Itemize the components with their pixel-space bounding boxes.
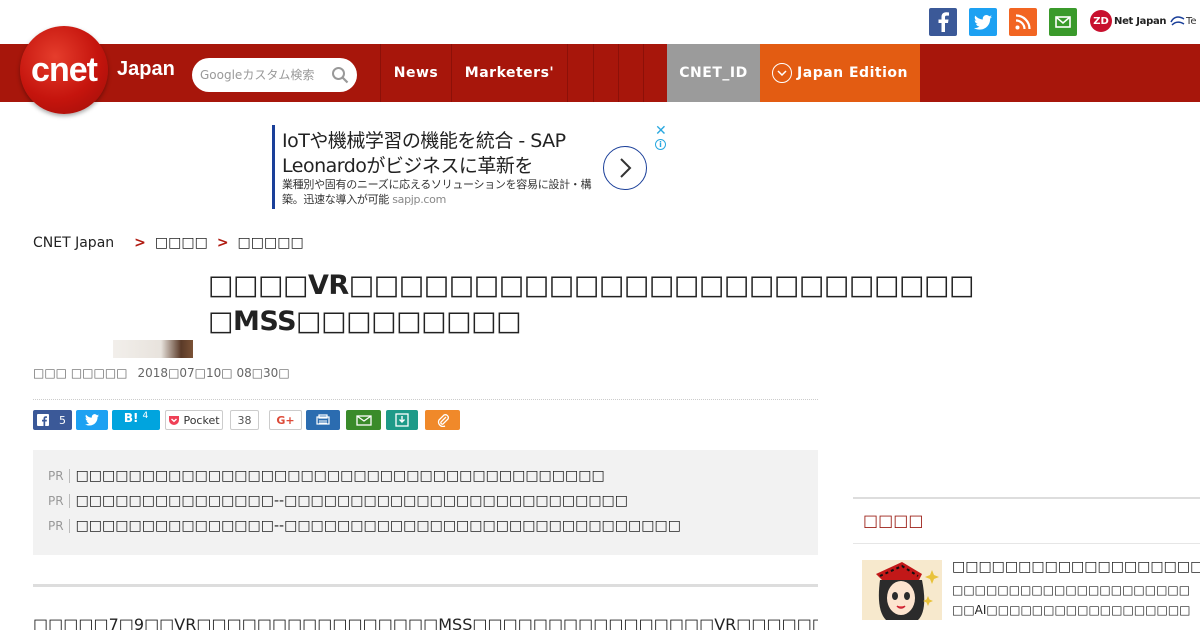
pr-tag: PR: [48, 519, 70, 533]
hatena-label: B!: [123, 411, 139, 425]
pr-tag: PR: [48, 494, 70, 508]
rss-icon[interactable]: [1009, 8, 1037, 36]
pr-link[interactable]: PR □□□□□□□□□□□□□□□--□□□□□□□□□□□□□□□□□□□□…: [48, 491, 628, 511]
breadcrumb-level1[interactable]: □□□□: [155, 235, 208, 251]
nav-divider: [643, 44, 644, 102]
divider: [33, 584, 818, 587]
zdnet-japan-logo[interactable]: ZD Net Japan: [1090, 9, 1167, 33]
nav-divider: [593, 44, 594, 102]
article-title-line2: □MSS□□□□□□□□□: [208, 306, 522, 337]
main-nav-bar: [0, 44, 1200, 102]
chevron-down-icon: [772, 63, 793, 83]
pr-link-text[interactable]: □□□□□□□□□□□□□□□--□□□□□□□□□□□□□□□□□□□□□□□…: [76, 518, 681, 534]
pocket-count: 38: [230, 410, 259, 430]
techrepublic-logo[interactable]: Te: [1170, 9, 1197, 33]
article-author[interactable]: □□□ □□□□□: [33, 366, 128, 380]
facebook-share-button[interactable]: 5: [33, 410, 72, 430]
twitter-icon[interactable]: [969, 8, 997, 36]
ad-info-icon[interactable]: i: [655, 139, 666, 150]
sidebar-section-title: □□□□: [863, 511, 924, 530]
ad-domain: sapjp.com: [392, 193, 446, 206]
techrepublic-label: Te: [1186, 15, 1197, 27]
hatena-bookmark-button[interactable]: B! 4: [112, 410, 160, 430]
ad-close-icon[interactable]: ✕: [655, 123, 667, 139]
pocket-label: Pocket: [183, 413, 220, 427]
site-search: [192, 58, 357, 92]
chevron-right-icon: [620, 158, 632, 178]
page: ZD Net Japan Te cnet Japan News Marketer…: [0, 0, 1200, 630]
pr-links-box: PR □□□□□□□□□□□□□□□□□□□□□□□□□□□□□□□□□□□□□…: [33, 450, 818, 555]
sidebar-article-thumbnail[interactable]: [862, 560, 942, 620]
pr-link-text[interactable]: □□□□□□□□□□□□□□□--□□□□□□□□□□□□□□□□□□□□□□□…: [76, 493, 628, 509]
mail-icon: [355, 414, 372, 426]
sponsored-ad[interactable]: IoTや機械学習の機能を統合 - SAP Leonardoがビジネスに革新を 業…: [272, 123, 668, 209]
download-icon: [395, 413, 409, 427]
nav-marketers[interactable]: Marketers': [451, 44, 567, 102]
divider: [33, 399, 818, 400]
print-button[interactable]: [306, 410, 340, 430]
breadcrumb-home[interactable]: CNET Japan: [33, 235, 114, 251]
pr-link[interactable]: PR □□□□□□□□□□□□□□□□□□□□□□□□□□□□□□□□□□□□□…: [48, 466, 605, 486]
zdnet-label: Net Japan: [1114, 15, 1167, 27]
facebook-icon[interactable]: [929, 8, 957, 36]
cnet-logo-word: cnet: [31, 50, 98, 89]
sidebar-divider: [853, 543, 1200, 544]
print-icon: [316, 414, 330, 425]
hatena-count: 4: [142, 411, 149, 421]
breadcrumb-separator: >: [134, 235, 146, 251]
article-title: □□□□VR□□□□□□□□□□□□□□□□□□□□□□□□□ □MSS□□□□…: [208, 268, 974, 340]
pocket-icon: [169, 415, 180, 425]
cnet-logo-japan: Japan: [117, 58, 175, 80]
article-date: 2018□07□10□ 08□30□: [137, 366, 290, 380]
breadcrumb-separator: >: [216, 235, 229, 251]
email-share-button[interactable]: [346, 410, 381, 430]
ad-title[interactable]: IoTや機械学習の機能を統合 - SAP Leonardoがビジネスに革新を: [282, 129, 602, 179]
facebook-share-count: 5: [59, 413, 66, 427]
facebook-icon: [37, 414, 49, 426]
article-title-line1: □□□□VR□□□□□□□□□□□□□□□□□□□□□□□□□: [208, 270, 974, 301]
twitter-share-button[interactable]: [76, 410, 108, 430]
article-byline: □□□ □□□□□ 2018□07□10□ 08□30□: [33, 366, 290, 380]
pr-link[interactable]: PR □□□□□□□□□□□□□□□--□□□□□□□□□□□□□□□□□□□□…: [48, 516, 681, 536]
pocket-button[interactable]: Pocket: [165, 410, 223, 430]
save-button[interactable]: [386, 410, 418, 430]
search-icon[interactable]: [331, 66, 349, 84]
article-thumbnail: [113, 340, 193, 358]
paperclip-icon: [437, 414, 449, 427]
sidebar-article-sub[interactable]: □□AI□□□□□□□□□□□□□□□□□□: [952, 603, 1191, 617]
breadcrumb-level2[interactable]: □□□□□: [238, 235, 304, 251]
zdnet-badge: ZD: [1090, 10, 1112, 32]
ad-next-button[interactable]: [603, 146, 647, 190]
nav-divider: [618, 44, 619, 102]
ad-description: 業種別や固有のニーズに応えるソリューションを容易に設計・構築。迅速な導入が可能 …: [282, 177, 602, 207]
breadcrumb: CNET Japan > □□□□ > □□□□□: [33, 233, 304, 253]
nav-cnet-id[interactable]: CNET_ID: [667, 44, 760, 102]
sidebar-article-headline[interactable]: □□□□□□□□□□□□□□□□□□□□: [952, 559, 1200, 575]
clip-button[interactable]: [425, 410, 460, 430]
swirl-icon: [1170, 16, 1185, 26]
sidebar-divider: [853, 497, 1200, 499]
top-utility-bar: ZD Net Japan Te: [0, 0, 1200, 44]
sidebar-article-sub[interactable]: □□□□□□□□□□□□□□□□□□□□□: [952, 583, 1190, 597]
nav-japan-edition[interactable]: Japan Edition: [760, 44, 920, 102]
google-plus-button[interactable]: G+: [269, 410, 302, 430]
nav-news[interactable]: News: [380, 44, 451, 102]
pr-tag: PR: [48, 469, 70, 483]
nav-divider: [567, 44, 568, 102]
cnet-logo[interactable]: cnet: [20, 26, 108, 114]
edition-label: Japan Edition: [797, 65, 908, 81]
twitter-icon: [85, 414, 99, 426]
pr-link-text[interactable]: □□□□□□□□□□□□□□□□□□□□□□□□□□□□□□□□□□□□□□□□: [76, 468, 605, 484]
mail-icon[interactable]: [1049, 8, 1077, 36]
search-input[interactable]: [200, 68, 330, 82]
article-body-first-line: □□□□□7□9□□VR□□□□□□□□□□□□□□□□MSS□□□□□□□□□…: [33, 615, 818, 630]
